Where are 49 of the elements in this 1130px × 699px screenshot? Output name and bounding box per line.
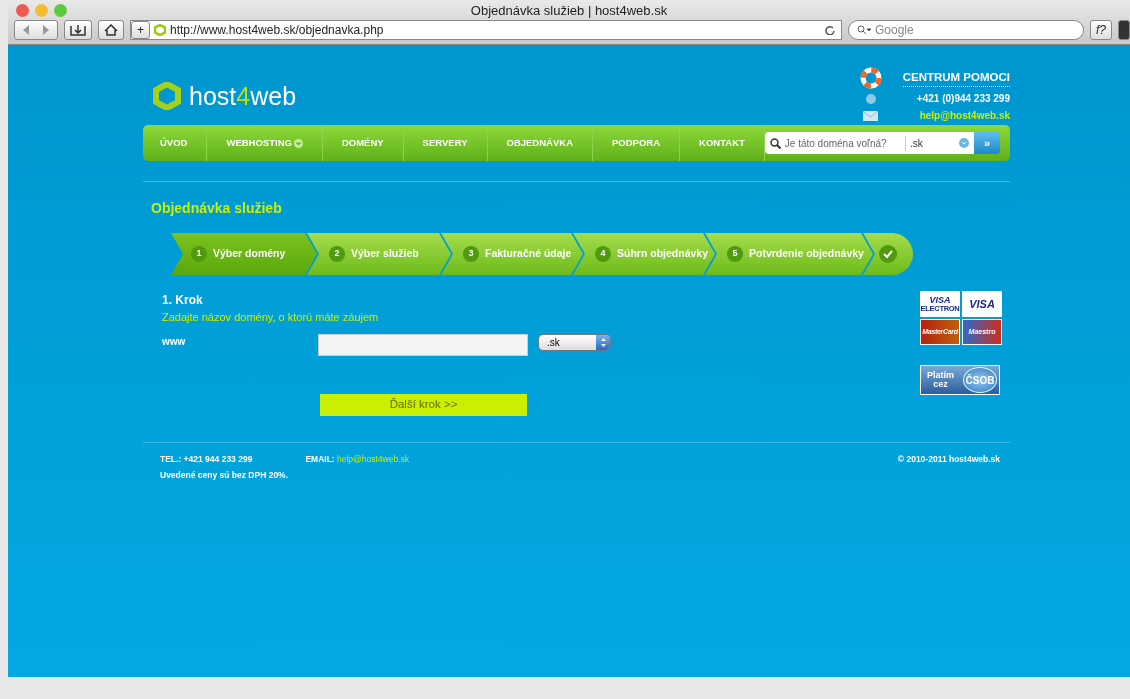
search-icon: [769, 137, 781, 149]
domain-input[interactable]: [318, 333, 528, 356]
nav-link[interactable]: ÚVOD: [143, 125, 208, 161]
wizard-step: 2 Výber služieb: [307, 233, 451, 275]
nav-link[interactable]: WEBHOSTING: [207, 125, 323, 161]
visa-card-logo: VISA: [962, 291, 1002, 317]
checkmark-icon: [879, 245, 897, 263]
wizard-step: 3 Fakturačné údaje: [441, 233, 583, 275]
nav-link[interactable]: DOMÉNY: [322, 125, 404, 161]
bank-badge: Platím cez ČSOB: [920, 365, 1000, 395]
nav-link[interactable]: PODPORA: [593, 125, 681, 161]
wizard-step: 1 Výber domény: [171, 233, 317, 275]
add-bookmark-button[interactable]: +: [131, 21, 150, 39]
tld-select[interactable]: .sk: [910, 135, 955, 151]
home-icon[interactable]: [98, 20, 124, 40]
nav-link[interactable]: KONTAKT: [680, 125, 765, 161]
address-bar[interactable]: + http://www.host4web.sk/objednavka.php: [130, 20, 842, 40]
stepper-icon: [599, 336, 607, 348]
field-label: www: [162, 334, 187, 349]
price-note: Uvedené ceny sú bez DPH 20%.: [160, 469, 290, 482]
close-window-button[interactable]: [16, 4, 29, 17]
dropdown-icon[interactable]: [959, 138, 969, 148]
search-field[interactable]: Google: [848, 20, 1084, 40]
hexagon-icon: [154, 24, 166, 36]
footer-email: EMAIL: help@host4web.sk: [305, 453, 409, 464]
search-button[interactable]: »: [974, 132, 1000, 154]
toolbar-button[interactable]: f?: [1090, 20, 1112, 40]
search-icon: [857, 25, 871, 35]
email-link[interactable]: help@host4web.sk: [919, 108, 1010, 123]
phone-number: +421 (0)944 233 299: [916, 92, 1010, 106]
domain-search-field[interactable]: Je táto doména voľná? .sk: [764, 132, 974, 154]
page-title: Objednávka služieb: [151, 199, 283, 218]
footer-phone: TEL.: +421 944 233 299: [160, 453, 253, 464]
envelope-icon: [863, 110, 878, 121]
step-heading: 1. Krok: [162, 292, 204, 309]
wizard-step: 4 Súhrn objednávky: [573, 233, 715, 275]
nav-link[interactable]: OBJEDNÁVKA: [487, 125, 593, 161]
back-forward-buttons[interactable]: [14, 20, 58, 40]
nav-link[interactable]: SERVERY: [403, 125, 488, 161]
tld-select[interactable]: .sk: [538, 333, 611, 351]
tray-icon[interactable]: [64, 20, 92, 40]
help-center-link[interactable]: CENTRUM POMOCI: [902, 68, 1010, 88]
copyright: © 2010-2011 host4web.sk: [897, 452, 1000, 466]
window-title: Objednávka služieb | host4web.sk: [470, 2, 668, 21]
site-logo[interactable]: host4web: [143, 77, 297, 125]
lifebuoy-icon: [860, 67, 882, 89]
reload-icon[interactable]: [825, 25, 835, 35]
next-step-button[interactable]: Ďalší krok >>: [320, 393, 527, 416]
step-instruction: Zadajte názov domény, o ktorú máte záujem: [162, 310, 380, 325]
